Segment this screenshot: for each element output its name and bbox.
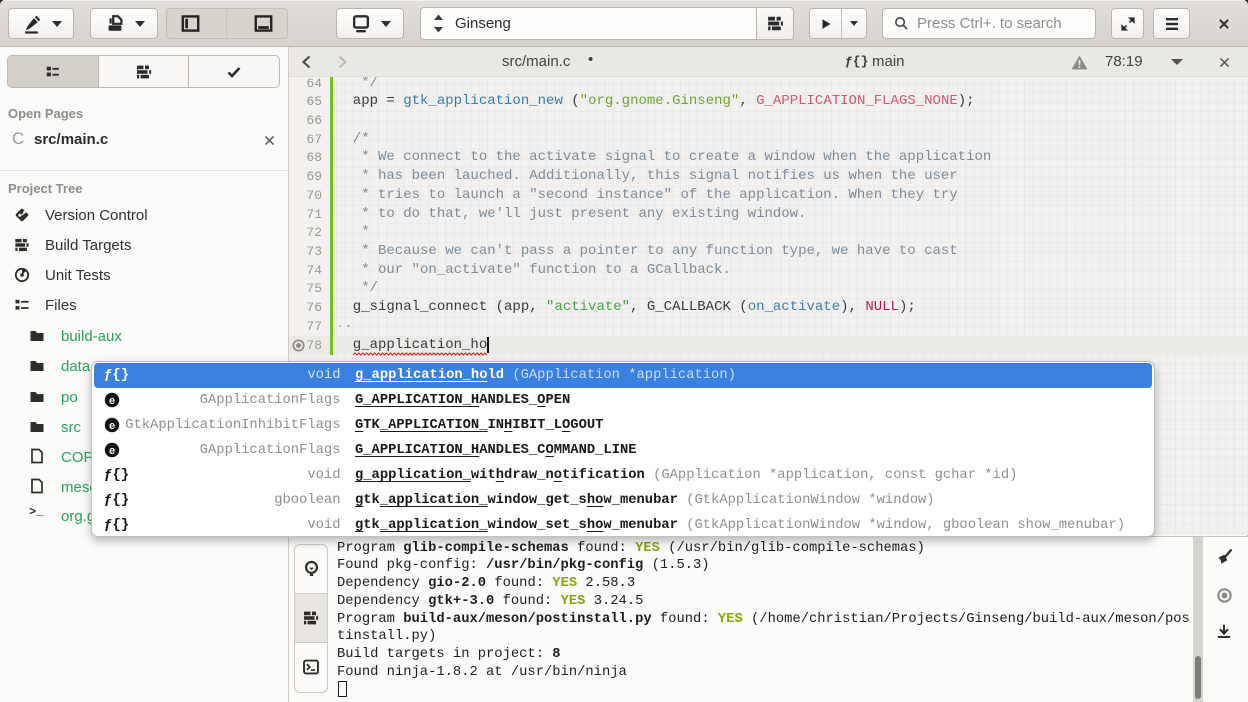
svg-text:e: e (109, 445, 115, 457)
svg-text:e: e (109, 395, 115, 407)
svg-text:e: e (109, 420, 115, 432)
